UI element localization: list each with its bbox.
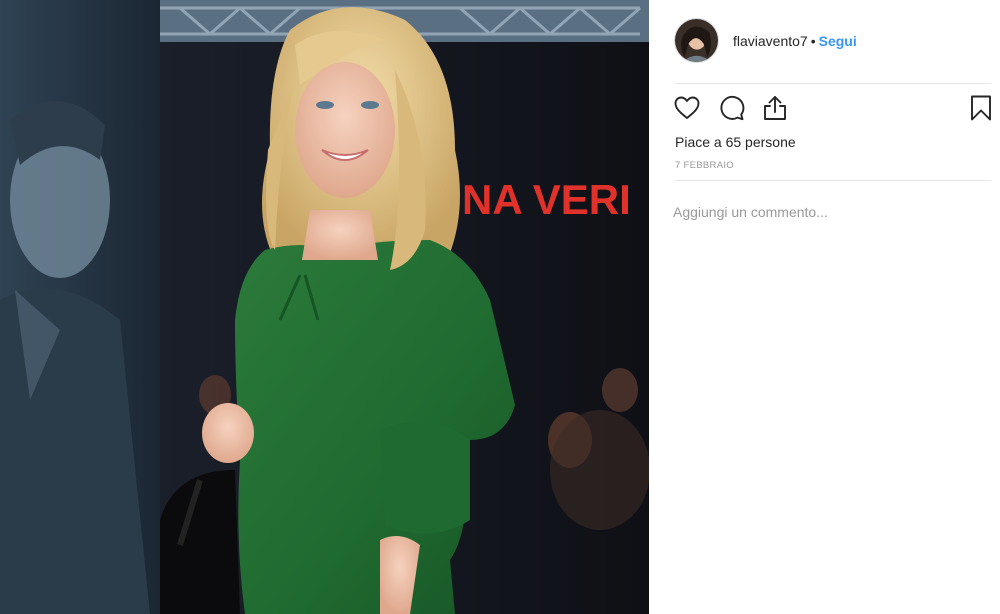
comment-icon[interactable]: [717, 94, 747, 124]
post-side-panel: flaviavento7 • Segui Piace a 65 persone …: [649, 0, 1000, 614]
header-divider: [675, 83, 991, 84]
bookmark-icon[interactable]: [967, 94, 997, 124]
post-date[interactable]: 7 FEBBRAIO: [675, 160, 734, 171]
avatar-image: [675, 19, 718, 62]
action-bar: [673, 94, 995, 124]
post-photo-image: NA VERI: [0, 0, 649, 614]
likes-count[interactable]: Piace a 65 persone: [675, 133, 796, 151]
share-icon[interactable]: [761, 94, 791, 124]
comment-input[interactable]: [673, 198, 973, 226]
post-photo[interactable]: NA VERI: [0, 0, 649, 614]
post-header: flaviavento7 • Segui: [649, 0, 1000, 83]
avatar[interactable]: [674, 18, 719, 63]
separator-dot: •: [810, 33, 816, 49]
heart-icon[interactable]: [673, 94, 703, 124]
user-line: flaviavento7 • Segui: [733, 32, 857, 50]
photo-sign: NA VERI: [462, 176, 631, 223]
follow-button[interactable]: Segui: [819, 33, 857, 49]
username-link[interactable]: flaviavento7: [733, 33, 808, 49]
comments-divider: [675, 180, 991, 181]
